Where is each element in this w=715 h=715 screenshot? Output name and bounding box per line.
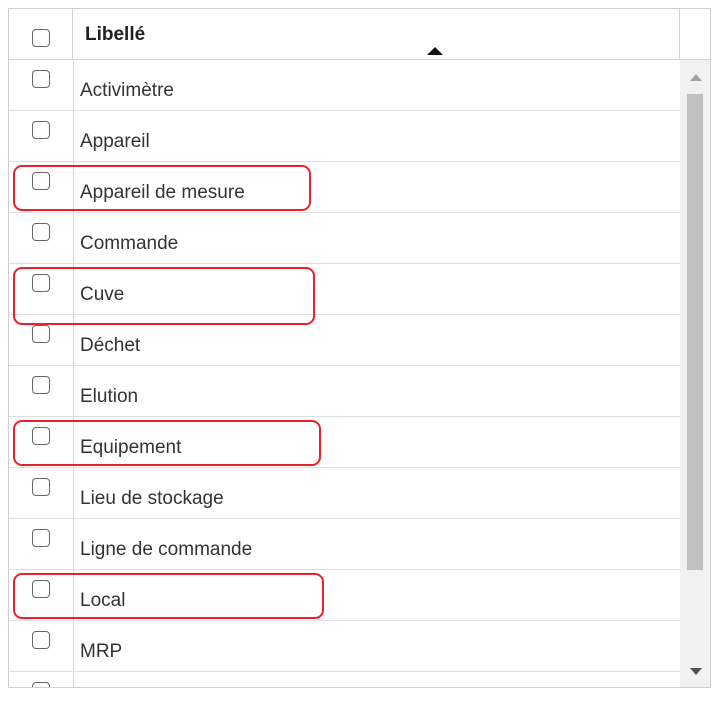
scroll-up-icon[interactable] [690,74,702,81]
scrollbar-thumb[interactable] [687,94,703,570]
row-label: Elution [80,386,139,407]
row-label: Commande [80,233,179,254]
column-header-libelle[interactable]: Libellé [73,9,680,59]
column-divider [73,621,74,671]
row-label: Lieu de stockage [80,488,224,509]
row-label: Activimètre [80,80,174,101]
column-header-title: Libellé [85,24,146,45]
table-row[interactable]: Commande [9,213,680,264]
row-checkbox[interactable] [32,631,50,649]
highlight-box [13,267,315,325]
row-checkbox[interactable] [32,478,50,496]
highlight-box [13,420,321,466]
column-divider [73,111,74,161]
row-label: MRP [80,641,123,662]
column-divider [73,672,74,687]
row-checkbox[interactable] [32,682,50,687]
table-row[interactable]: Lieu de stockage [9,468,680,519]
vertical-scrollbar[interactable] [680,60,710,687]
column-divider [73,366,74,416]
row-label: Déchet [80,335,141,356]
table-row[interactable]: Elution [9,366,680,417]
row-checkbox[interactable] [32,121,50,139]
table-row[interactable]: MRP [9,621,680,672]
highlight-box [13,573,324,619]
header-checkbox-cell [9,9,73,59]
column-divider [73,468,74,518]
column-divider [73,519,74,569]
table-row[interactable]: Ligne de commande [9,519,680,570]
highlight-box [13,165,311,211]
select-all-checkbox[interactable] [32,29,50,47]
table-row[interactable]: Appareil [9,111,680,162]
row-label: Ligne de commande [80,539,253,560]
row-checkbox[interactable] [32,325,50,343]
sort-ascending-icon [427,47,443,55]
row-checkbox[interactable] [32,529,50,547]
grid-header: Libellé [9,9,710,60]
table-row[interactable]: MRP sans prélèvement [9,672,680,687]
column-divider [73,213,74,263]
column-divider [73,60,74,110]
row-label: Appareil [80,131,150,152]
row-checkbox[interactable] [32,376,50,394]
scroll-down-icon[interactable] [690,668,702,675]
table-row[interactable]: Activimètre [9,60,680,111]
row-checkbox[interactable] [32,223,50,241]
row-checkbox[interactable] [32,70,50,88]
